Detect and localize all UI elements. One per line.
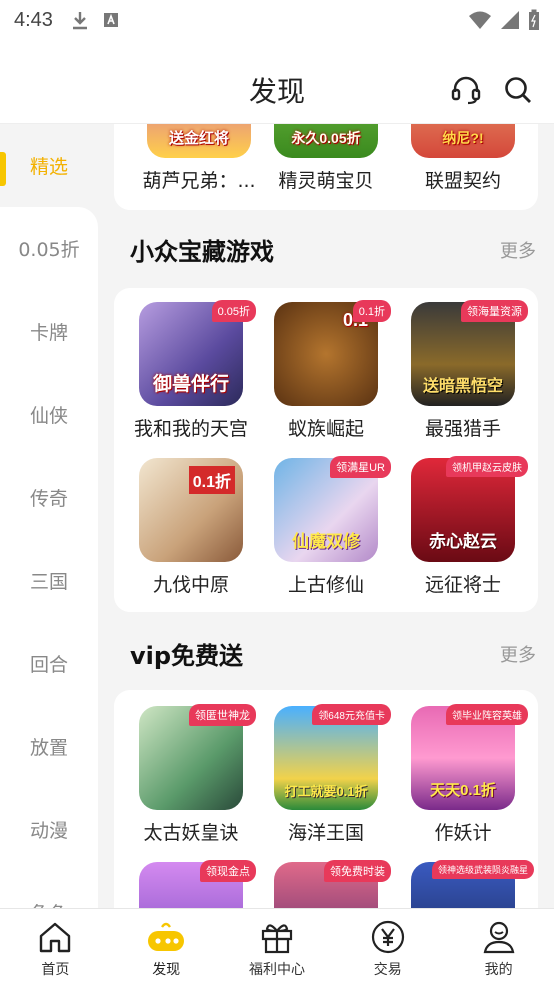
game-item[interactable]: 打工就要0.1折 领648元充值卡 海洋王国	[261, 704, 391, 845]
sidebar-item-discount[interactable]: 0.05折	[0, 207, 98, 290]
game-icon: 纳尼?!	[411, 124, 515, 158]
tab-welfare[interactable]: 福利中心	[222, 909, 333, 984]
promo-badge: 领机甲赵云皮肤	[446, 456, 528, 477]
customer-support-button[interactable]	[448, 72, 484, 108]
sidebar-item-anime[interactable]: 动漫	[0, 788, 98, 871]
game-icon: 送金红将	[147, 124, 251, 158]
game-name: 我和我的天宫	[133, 418, 248, 440]
game-item[interactable]: 0.1 0.1折 蚁族崛起	[261, 300, 391, 441]
tab-trade[interactable]: 交易	[332, 909, 443, 984]
game-item[interactable]: 御兽伴行 0.05折 我和我的天宫	[126, 300, 256, 441]
game-item[interactable]: 领免费时装	[261, 860, 391, 908]
promo-badge: 领神选级武装陨炎融星	[431, 860, 534, 879]
more-link-vip[interactable]: 更多	[500, 641, 536, 667]
game-item[interactable]: 送金红将 葫芦兄弟：...	[134, 124, 264, 193]
game-item[interactable]: 送暗黑悟空 领海量资源 最强猎手	[398, 300, 528, 441]
headset-icon	[451, 76, 481, 105]
download-icon	[72, 12, 87, 30]
gift-icon	[261, 924, 293, 954]
game-item[interactable]: 领现金点	[126, 860, 256, 908]
promo-badge: 领648元充值卡	[312, 704, 391, 725]
tab-profile[interactable]: 我的	[443, 909, 554, 984]
section-title-vip: vip免费送	[130, 642, 244, 670]
tab-home[interactable]: 首页	[0, 909, 111, 984]
promo-badge: 领免费时装	[324, 860, 391, 882]
sidebar-item-turn-based[interactable]: 回合	[0, 622, 98, 705]
status-bar: 4:43	[0, 0, 554, 40]
game-item[interactable]: 天天0.1折 领毕业阵容英雄 作妖计	[398, 704, 528, 845]
promo-badge: 0.1折	[352, 300, 391, 322]
sidebar-item-idle[interactable]: 放置	[0, 705, 98, 788]
category-sidebar: 精选 0.05折 卡牌 仙侠 传奇 三国 回合 放置 动漫 角色	[0, 124, 98, 908]
vip-card: 领匿世神龙 太古妖皇诀 打工就要0.1折 领648元充值卡 海洋王国 天天0.1…	[114, 690, 538, 908]
home-icon	[40, 922, 71, 953]
game-item[interactable]: 0.1折 九伐中原	[126, 458, 256, 597]
game-name: 九伐中原	[152, 574, 229, 596]
sidebar-item-featured[interactable]: 精选	[0, 124, 98, 207]
game-name: 葫芦兄弟：...	[142, 170, 256, 192]
featured-card: 送金红将 葫芦兄弟：... 永久0.05折 精灵萌宝贝 纳尼?! 联盟契约	[114, 124, 538, 210]
search-icon	[505, 77, 531, 103]
hidden-gems-card: 御兽伴行 0.05折 我和我的天宫 0.1 0.1折 蚁族崛起 送暗黑悟空 领海…	[114, 288, 538, 612]
promo-badge: 0.05折	[211, 300, 256, 322]
promo-badge: 领匿世神龙	[189, 704, 256, 726]
yen-icon	[371, 920, 404, 954]
game-name: 海洋王国	[287, 822, 364, 844]
sidebar-item-card[interactable]: 卡牌	[0, 290, 98, 373]
game-item[interactable]: 赤心赵云 领机甲赵云皮肤 远征将士	[398, 456, 528, 597]
game-icon: 永久0.05折	[274, 124, 378, 158]
signal-icon	[501, 11, 519, 29]
gamepad-icon	[148, 922, 185, 951]
wifi-icon	[469, 11, 491, 29]
profile-icon	[483, 921, 514, 954]
search-button[interactable]	[500, 72, 536, 108]
sidebar-item-three-kingdoms[interactable]: 三国	[0, 539, 98, 622]
game-name: 作妖计	[434, 822, 492, 844]
battery-icon	[529, 9, 539, 30]
game-name: 联盟契约	[424, 170, 501, 192]
game-item[interactable]: 仙魔双修 领满星UR 上古修仙	[261, 456, 391, 597]
sidebar-item-xianxia[interactable]: 仙侠	[0, 373, 98, 456]
discover-content: 送金红将 葫芦兄弟：... 永久0.05折 精灵萌宝贝 纳尼?! 联盟契约 小众…	[98, 124, 554, 908]
app-header: 发现	[0, 40, 554, 124]
game-name: 上古修仙	[287, 574, 364, 596]
bottom-tab-bar: 首页 发现 福利中心 交易 我的	[0, 908, 554, 984]
promo-badge: 领满星UR	[330, 456, 391, 478]
game-name: 远征将士	[424, 574, 501, 596]
game-item[interactable]: 领神选级武装陨炎融星	[398, 860, 534, 908]
status-time: 4:43	[14, 8, 53, 31]
promo-badge: 领现金点	[200, 860, 256, 882]
tab-discover[interactable]: 发现	[111, 909, 222, 984]
promo-badge: 领毕业阵容英雄	[446, 704, 528, 725]
game-name: 精灵萌宝贝	[278, 170, 374, 192]
game-name: 最强猎手	[424, 418, 501, 440]
more-link-hidden-gems[interactable]: 更多	[500, 237, 536, 263]
game-name: 蚁族崛起	[287, 418, 364, 440]
sidebar-item-role[interactable]: 角色	[0, 871, 98, 908]
game-name: 太古妖皇诀	[143, 822, 239, 844]
game-item[interactable]: 永久0.05折 精灵萌宝贝	[261, 124, 391, 193]
section-title-hidden-gems: 小众宝藏游戏	[130, 238, 274, 266]
game-item[interactable]: 纳尼?! 联盟契约	[398, 124, 528, 193]
game-item[interactable]: 领匿世神龙 太古妖皇诀	[126, 704, 256, 845]
sidebar-item-legend[interactable]: 传奇	[0, 456, 98, 539]
promo-badge: 领海量资源	[461, 300, 528, 322]
game-icon: 0.1折	[139, 458, 243, 562]
notification-a-icon	[103, 13, 118, 27]
